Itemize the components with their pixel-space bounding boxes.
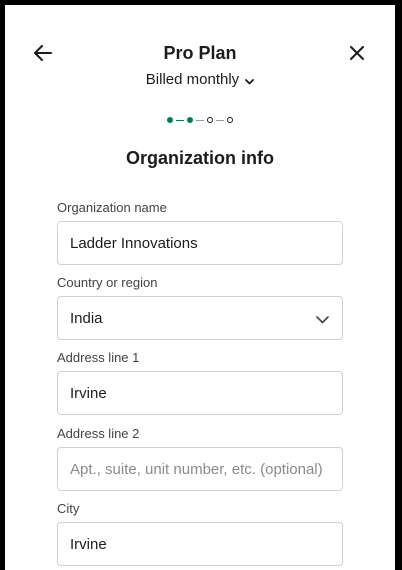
address-line-2-label: Address line 2 xyxy=(57,426,140,441)
close-button[interactable] xyxy=(345,43,369,67)
chevron-down-icon xyxy=(245,72,255,89)
section-title: Organization info xyxy=(126,148,274,168)
org-name-label: Organization name xyxy=(57,200,167,215)
step-dot-3 xyxy=(207,117,213,123)
country-field: Country or region India xyxy=(57,275,343,340)
org-name-field: Organization name Ladder Innovations xyxy=(57,200,343,265)
billing-period-label: Billed monthly xyxy=(145,71,240,88)
address-line-2-field: Address line 2 xyxy=(57,426,343,491)
step-dot-4 xyxy=(227,117,233,123)
step-connector xyxy=(216,119,224,121)
address-line-2-input[interactable] xyxy=(57,447,343,491)
step-indicator xyxy=(5,117,395,123)
city-label: City xyxy=(57,501,80,516)
step-dot-2 xyxy=(187,117,193,123)
billing-period-toggle[interactable]: Billed monthly xyxy=(5,71,395,89)
address-line-1-input[interactable]: Irvine xyxy=(57,371,343,415)
step-dot-1 xyxy=(167,117,173,123)
step-connector xyxy=(196,119,204,121)
close-icon xyxy=(350,45,364,65)
plan-title: Pro Plan xyxy=(163,43,237,63)
address-line-1-field: Address line 1 Irvine xyxy=(57,350,343,415)
org-name-input[interactable]: Ladder Innovations xyxy=(57,221,343,265)
country-label: Country or region xyxy=(57,275,158,290)
country-select-value: India xyxy=(57,296,343,340)
header: Pro Plan Billed monthly xyxy=(5,5,395,105)
address-line-1-label: Address line 1 xyxy=(57,350,140,365)
city-field: City Irvine xyxy=(57,501,343,566)
country-select[interactable]: India xyxy=(57,296,343,340)
city-input[interactable]: Irvine xyxy=(57,522,343,566)
checkout-panel: Pro Plan Billed monthly Organization inf… xyxy=(5,5,395,570)
step-connector xyxy=(176,119,184,121)
